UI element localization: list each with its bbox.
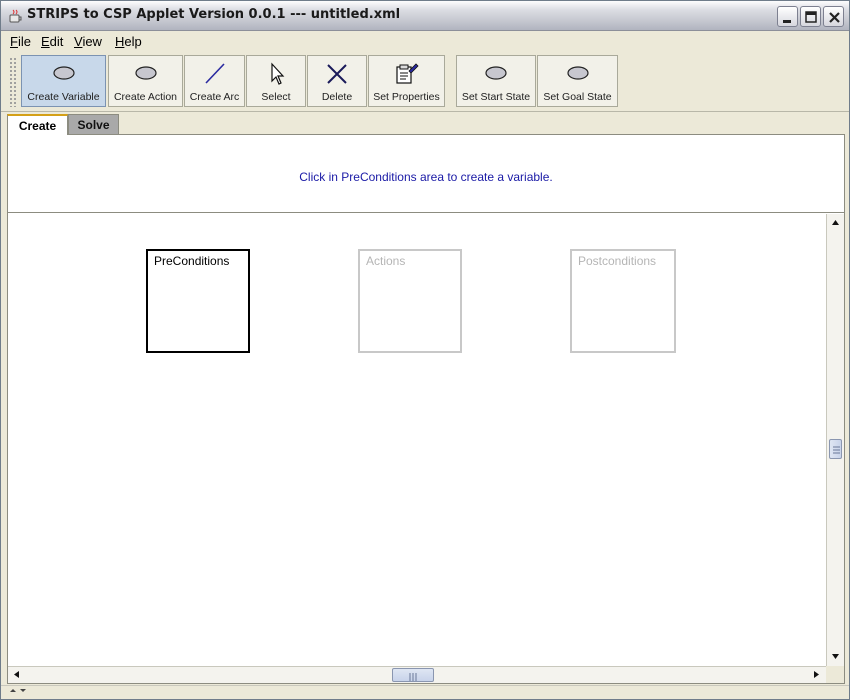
info-area: Click in PreConditions area to create a … <box>8 135 844 213</box>
scroll-down-button[interactable] <box>828 649 843 664</box>
arrow-right-icon <box>814 671 819 678</box>
menu-view[interactable]: View <box>74 34 102 49</box>
ellipse-icon <box>485 66 507 80</box>
create-variable-label: Create Variable <box>27 91 100 103</box>
toolbar-grip[interactable] <box>9 57 17 107</box>
horizontal-scroll-thumb[interactable] <box>392 668 434 682</box>
grip-lines-icon <box>409 673 417 681</box>
tab-create[interactable]: Create <box>7 114 68 135</box>
create-action-button[interactable]: Create Action <box>108 55 183 107</box>
mode-tabs: Create Solve <box>7 113 847 135</box>
scroll-right-button[interactable] <box>809 667 824 682</box>
arrow-left-icon <box>14 671 19 678</box>
grip-lines-icon <box>833 446 840 454</box>
create-action-label: Create Action <box>113 91 178 103</box>
create-arc-label: Create Arc <box>189 91 240 103</box>
collapse-arrows-icon[interactable] <box>7 686 37 700</box>
maximize-icon <box>805 11 817 23</box>
menu-help[interactable]: Help <box>115 34 142 49</box>
horizontal-scrollbar[interactable] <box>8 666 826 683</box>
create-variable-button[interactable]: Create Variable <box>21 55 106 107</box>
postconditions-area[interactable]: Postconditions <box>570 249 676 353</box>
properties-icon <box>395 63 419 84</box>
line-icon <box>204 63 225 84</box>
pointer-icon <box>271 62 285 85</box>
postconditions-label: Postconditions <box>578 254 657 268</box>
preconditions-area[interactable]: PreConditions <box>146 249 250 353</box>
toolbar-divider <box>1 111 849 112</box>
minimize-icon <box>783 20 791 23</box>
close-button[interactable] <box>823 6 844 27</box>
tab-solve[interactable]: Solve <box>68 114 119 135</box>
set-start-state-button[interactable]: Set Start State <box>456 55 536 107</box>
arrow-down-icon <box>832 654 839 659</box>
menu-edit[interactable]: Edit <box>41 34 63 49</box>
set-properties-button[interactable]: Set Properties <box>368 55 445 107</box>
maximize-button[interactable] <box>800 6 821 27</box>
x-icon <box>327 64 347 84</box>
set-goal-state-label: Set Goal State <box>543 91 612 103</box>
set-properties-label: Set Properties <box>373 91 440 103</box>
ellipse-icon <box>566 66 589 80</box>
set-goal-state-button[interactable]: Set Goal State <box>537 55 618 107</box>
ellipse-icon <box>52 66 75 80</box>
select-button[interactable]: Select <box>246 55 306 107</box>
actions-label: Actions <box>366 254 406 268</box>
drawing-canvas[interactable]: PreConditions Actions Postconditions <box>8 214 826 666</box>
scroll-corner <box>826 666 844 683</box>
set-start-state-label: Set Start State <box>461 91 531 103</box>
delete-label: Delete <box>321 91 353 103</box>
scroll-left-button[interactable] <box>9 667 24 682</box>
window-title: STRIPS to CSP Applet Version 0.0.1 --- u… <box>27 7 401 22</box>
vertical-scrollbar[interactable] <box>826 214 844 666</box>
toolbar: Create Variable Create Action Create Arc… <box>7 53 847 109</box>
menu-bar: File Edit View Help <box>1 31 849 53</box>
title-bar: STRIPS to CSP Applet Version 0.0.1 --- u… <box>1 1 849 31</box>
java-cup-icon <box>7 8 23 24</box>
scroll-up-button[interactable] <box>828 215 843 230</box>
bottom-split-bar[interactable] <box>1 685 849 700</box>
applet-window: STRIPS to CSP Applet Version 0.0.1 --- u… <box>0 0 850 700</box>
select-label: Select <box>261 91 291 103</box>
menu-file[interactable]: File <box>10 34 31 49</box>
minimize-button[interactable] <box>777 6 798 27</box>
preconditions-label: PreConditions <box>154 254 230 268</box>
delete-button[interactable]: Delete <box>307 55 367 107</box>
create-panel: Click in PreConditions area to create a … <box>7 134 845 684</box>
actions-area[interactable]: Actions <box>358 249 462 353</box>
close-icon <box>829 12 840 23</box>
vertical-scroll-thumb[interactable] <box>829 439 842 459</box>
info-message: Click in PreConditions area to create a … <box>299 170 553 184</box>
create-arc-button[interactable]: Create Arc <box>184 55 245 107</box>
ellipse-icon <box>134 66 157 80</box>
arrow-up-icon <box>832 220 839 225</box>
